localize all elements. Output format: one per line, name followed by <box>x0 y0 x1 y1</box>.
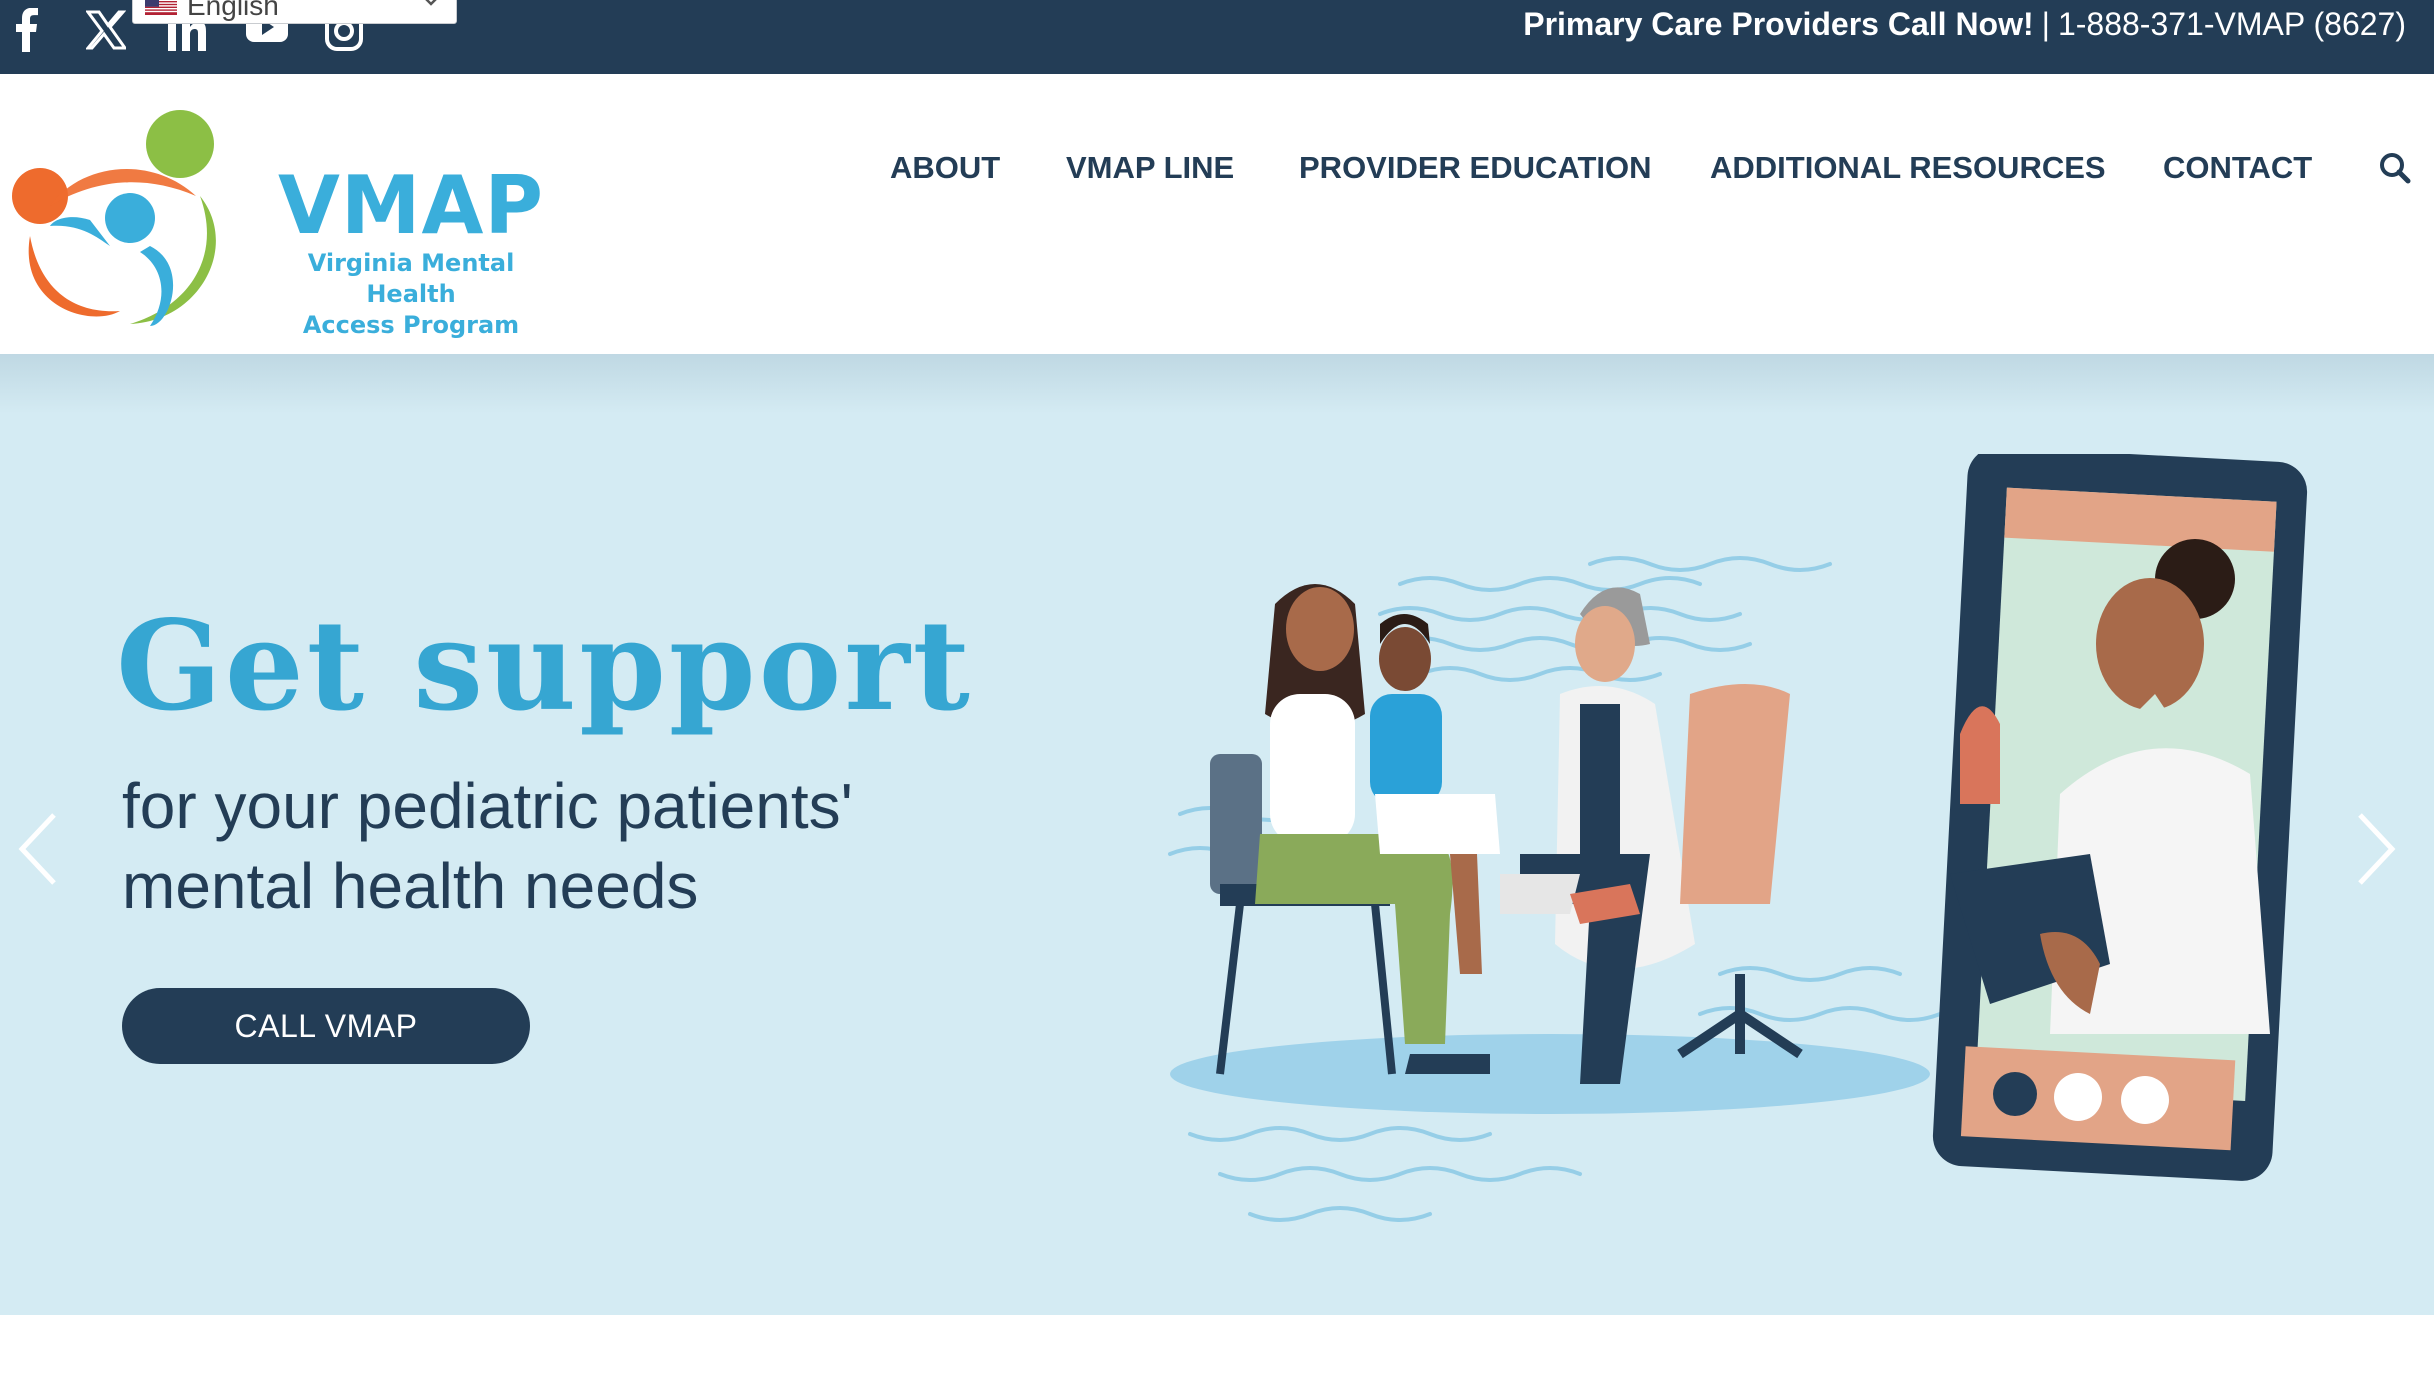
clinician-figure <box>1500 587 1695 1084</box>
us-flag-icon <box>145 0 177 15</box>
hero-subline-2: mental health needs <box>122 850 699 922</box>
chevron-right-icon[interactable] <box>2346 794 2406 904</box>
chevron-down-icon <box>425 0 437 6</box>
logo-mark-icon <box>12 110 216 326</box>
logo-subtitle-line2: Access Program <box>302 311 520 339</box>
nav-item-about[interactable]: ABOUT <box>890 140 1000 196</box>
hero-headline: Get support <box>116 594 973 739</box>
chevron-left-icon[interactable] <box>8 794 68 904</box>
search-icon[interactable] <box>2373 146 2417 190</box>
nav-item-additional-resources[interactable]: ADDITIONAL RESOURCES <box>1710 140 2106 196</box>
x-icon[interactable] <box>84 0 128 60</box>
top-bar: English Primary Care Providers Call Now!… <box>0 0 2434 74</box>
hero-subline-1: for your pediatric patients' <box>122 770 853 842</box>
call-vmap-button[interactable]: CALL VMAP <box>122 988 530 1064</box>
logo-wordmark: VMAP Virginia Mental Health Access Progr… <box>266 164 556 341</box>
logo-subtitle-line1: Virginia Mental Health <box>307 249 515 308</box>
callout-separator: | <box>2041 5 2050 42</box>
callout-heading: Primary Care Providers Call Now! <box>1523 5 2034 42</box>
chair-right <box>1677 684 1803 1059</box>
provider-callout: Primary Care Providers Call Now! | 1-888… <box>1523 0 2406 48</box>
nav-item-vmap-line[interactable]: VMAP LINE <box>1066 140 1234 196</box>
facebook-icon[interactable] <box>8 0 44 60</box>
vmap-logo[interactable]: VMAP Virginia Mental Health Access Progr… <box>0 96 560 339</box>
site-header: VMAP Virginia Mental Health Access Progr… <box>0 74 2434 354</box>
nav-item-contact[interactable]: CONTACT <box>2163 140 2312 196</box>
callout-phone[interactable]: 1-888-371-VMAP (8627) <box>2058 6 2406 43</box>
hero-slider: Get support for your pediatric patients'… <box>0 354 2434 1315</box>
hero-shadow <box>0 354 2434 414</box>
nav-item-provider-education[interactable]: PROVIDER EDUCATION <box>1299 140 1652 196</box>
logo-title: VMAP <box>277 159 545 252</box>
floor-shadow <box>1170 1034 1930 1114</box>
language-label: English <box>187 0 279 21</box>
telehealth-illustration <box>1168 454 2308 1222</box>
language-selector[interactable]: English <box>132 0 457 24</box>
